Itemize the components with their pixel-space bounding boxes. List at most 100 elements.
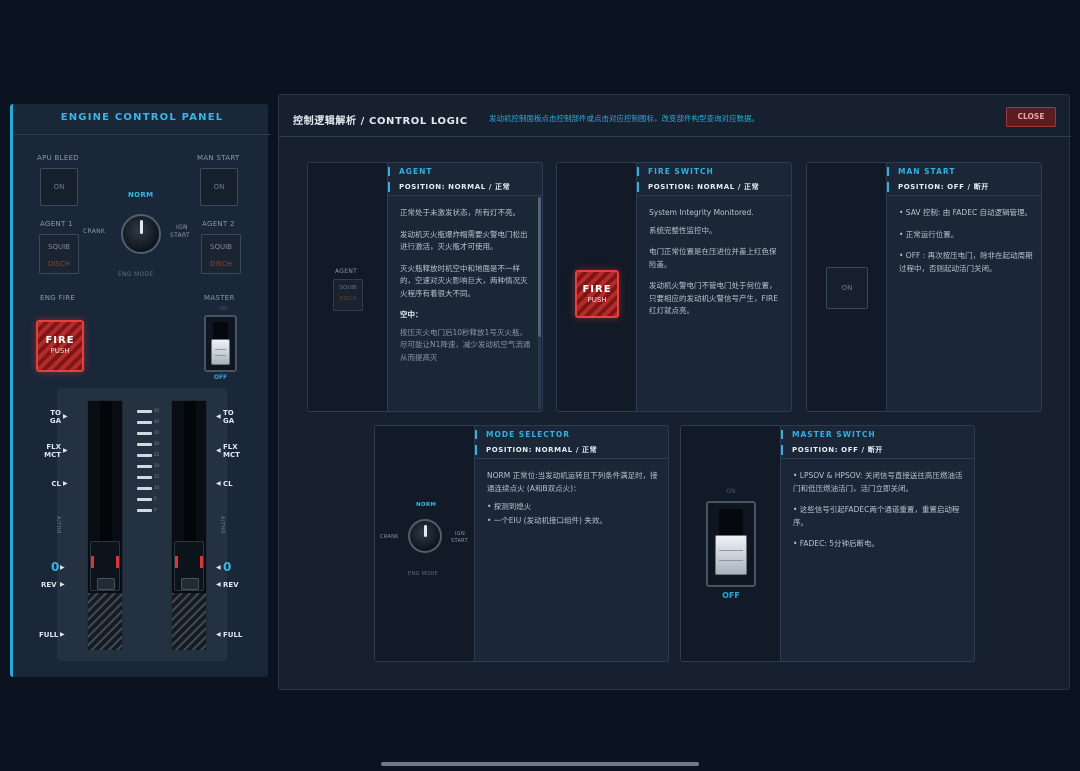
fire-switch-card[interactable]: FIRE PUSH FIRE SWITCH POSITION: NORMAL /… — [556, 162, 792, 412]
agent-b1: 按压灭火电门后10秒释放1号灭火瓶，尽可能让N1降速，减少发动机空气流通从而提高… — [400, 327, 531, 362]
fire-switch-visual-button[interactable]: FIRE PUSH — [575, 270, 619, 318]
mode-start-label: START — [451, 538, 468, 544]
thrust-lever-1-handle[interactable] — [90, 541, 120, 591]
agent-p1: 正常处于未激发状态，所有灯不亮。 — [400, 208, 520, 217]
lever-2-red-tab-right — [200, 556, 203, 568]
agent-card-visual: AGENT SQUIB DISCH — [308, 163, 388, 411]
master-switch-card-visual: ON OFF — [681, 426, 781, 661]
eng-mode-crank-label: CRANK — [83, 228, 106, 235]
agent-card-position: POSITION: NORMAL / 正常 — [388, 182, 510, 192]
detent-toga-right-l2: GA — [223, 417, 235, 425]
eng-mode-label: ENG MODE — [118, 271, 154, 278]
fire-switch-p4: 发动机火警电门不管电门处于何位置，只要相应的发动机火警信号产生，FIRE红灯就点… — [649, 281, 778, 315]
eng-fire-push-button[interactable]: FIRE PUSH — [36, 320, 84, 372]
detent-arrow: ◀ — [216, 413, 221, 420]
man-start-button[interactable]: ON — [200, 168, 238, 206]
detent-flx-right: FLX MCT — [223, 443, 240, 459]
scale-tick — [137, 465, 152, 468]
fire-switch-card-position: POSITION: NORMAL / 正常 — [637, 182, 759, 192]
push-text: PUSH — [50, 347, 70, 355]
lever-2-grip — [181, 578, 199, 590]
lever-2-slot — [184, 401, 196, 541]
detent-arrow: ▶ — [60, 631, 65, 638]
scale-number: 0 — [154, 507, 157, 512]
man-start-p2: • 正常运行位置。 — [899, 229, 959, 239]
fire-switch-p3: 电门正常位置是在压进位并盖上红色保险盖。 — [649, 247, 777, 269]
mode-selector-card[interactable]: NORM CRANK IGN START ENG MODE MODE SELEC… — [374, 425, 669, 662]
panel-title: ENGINE CONTROL PANEL — [60, 112, 224, 123]
scale-tick — [137, 454, 152, 457]
mode-selector-knob[interactable] — [408, 519, 442, 553]
logic-title: 控制逻辑解析 / CONTROL LOGIC — [293, 116, 468, 127]
home-indicator[interactable] — [381, 762, 699, 766]
detent-arrow: ◀ — [216, 564, 221, 571]
man-start-visual-button[interactable]: ON — [826, 267, 868, 309]
agent-visual-button[interactable]: SQUIB DISCH — [333, 279, 363, 311]
detent-arrow: ◀ — [216, 447, 221, 454]
scale-tick — [137, 443, 152, 446]
zero-left-label: 0 — [51, 560, 60, 574]
apu-bleed-button[interactable]: ON — [40, 168, 78, 206]
agent-p2: 发动机灭火瓶爆炸帽需要火警电门松出进行激活，灭火瓶才可使用。 — [400, 229, 528, 252]
master-switch-p2: • 这些信号引起FADEC两个通道重置，重置启动程序。 — [793, 505, 960, 527]
detent-toga-left-l2: GA — [49, 417, 61, 425]
man-start-card-visual: ON — [807, 163, 887, 411]
agent-1-button[interactable]: SQUIB DISCH — [39, 234, 79, 274]
fire-switch-card-name: FIRE SWITCH — [637, 167, 714, 176]
eng-fire-label: ENG FIRE — [40, 294, 76, 302]
athr-left-label: A/THR — [54, 516, 61, 534]
agent-scrollbar[interactable] — [538, 197, 541, 409]
detent-toga-left-l1: TO — [50, 409, 61, 417]
agent-2-disch: DISCH — [209, 260, 233, 268]
lever-1-red-tab-left — [91, 556, 94, 568]
master-visual-off-label: OFF — [722, 591, 740, 600]
master-switch-card[interactable]: ON OFF MASTER SWITCH POSITION: OFF / 断开 … — [680, 425, 975, 662]
mode-crank-label: CRANK — [380, 534, 399, 540]
agent-1-squib: SQUIB — [48, 243, 70, 251]
lever-1-reverse-zone — [88, 593, 122, 650]
mode-selector-card-visual: NORM CRANK IGN START ENG MODE — [375, 426, 475, 661]
mode-selector-b1: • 探测到熄火 — [487, 502, 532, 511]
card-divider — [887, 195, 1041, 196]
close-button[interactable]: CLOSE — [1006, 107, 1056, 127]
scale-number: 30 — [154, 441, 160, 446]
engine-control-panel: ENGINE CONTROL PANEL APU BLEED ON MAN ST… — [10, 104, 271, 677]
eng-mode-norm-label: NORM — [128, 191, 154, 199]
agent-1-disch: DISCH — [47, 260, 71, 268]
thrust-lever-2-handle[interactable] — [174, 541, 204, 591]
fire-switch-card-visual: FIRE PUSH — [557, 163, 637, 411]
scale-tick — [137, 487, 152, 490]
scale-number: 25 — [154, 452, 160, 457]
header-divider — [279, 136, 1071, 137]
detent-arrow: ▶ — [63, 413, 68, 420]
eng-mode-knob[interactable] — [121, 214, 161, 254]
master-visual-lever[interactable] — [715, 535, 747, 575]
agent-card[interactable]: AGENT SQUIB DISCH AGENT POSITION: NORMAL… — [307, 162, 543, 412]
detent-arrow: ◀ — [216, 480, 221, 487]
man-start-label: MAN START — [197, 154, 240, 162]
agent-card-name: AGENT — [388, 167, 432, 176]
agent-scroll-thumb[interactable] — [538, 197, 541, 337]
control-logic-panel: 控制逻辑解析 / CONTROL LOGIC 发动机控制面板点击控制部件或点击对… — [278, 94, 1071, 690]
zero-right-label: 0 — [223, 560, 232, 574]
detent-toga-right: TO GA — [223, 409, 234, 425]
scale-number: 45 — [154, 408, 160, 413]
thrust-lever-quadrant: 45 40 35 30 25 20 15 10 5 0 — [57, 388, 227, 661]
athr-right-label: A/THR — [218, 516, 225, 534]
thrust-lever-1-track — [87, 400, 123, 650]
agent-visual-disch: DISCH — [339, 296, 357, 302]
master-switch-card-position: POSITION: OFF / 断开 — [781, 445, 883, 455]
man-start-card[interactable]: ON MAN START POSITION: OFF / 断开 • SAV 控制… — [806, 162, 1042, 412]
master-off-label: OFF — [213, 374, 228, 381]
master-visual-on-label: ON — [726, 488, 736, 495]
scale-number: 20 — [154, 463, 160, 468]
agent-1-label: AGENT 1 — [40, 220, 73, 228]
mode-ign-label: IGN — [455, 531, 465, 537]
agent-2-button[interactable]: SQUIB DISCH — [201, 234, 241, 274]
master-visual-switch[interactable] — [706, 501, 756, 587]
master-switch-lever[interactable] — [211, 339, 230, 365]
thrust-lever-2-track — [171, 400, 207, 650]
detent-arrow: ▶ — [63, 480, 68, 487]
master-switch[interactable] — [204, 315, 237, 372]
mode-selector-card-name: MODE SELECTOR — [475, 430, 570, 439]
